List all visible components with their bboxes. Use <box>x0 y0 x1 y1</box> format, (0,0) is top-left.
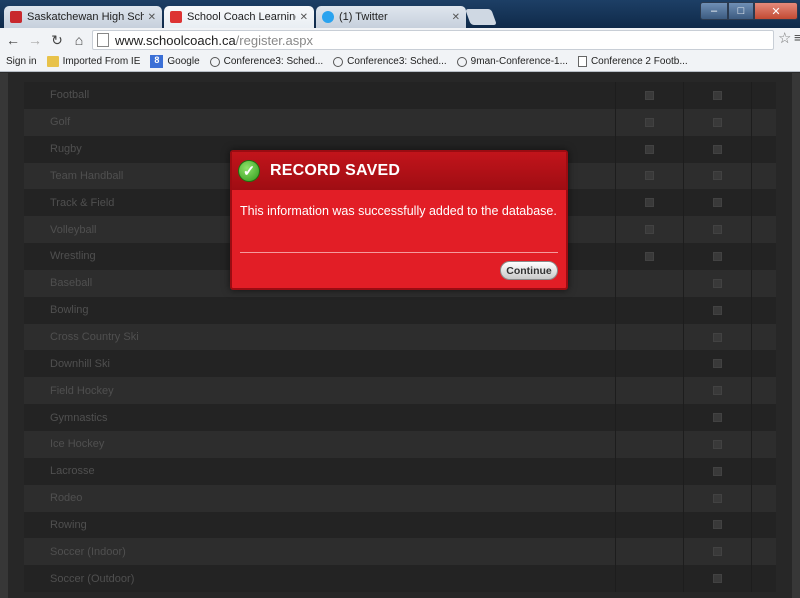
tab-close-icon[interactable]: ✕ <box>300 12 308 23</box>
dialog-header: ✓ RECORD SAVED <box>232 152 566 190</box>
bookmark-conference3-a[interactable]: Conference3: Sched... <box>209 56 323 67</box>
tab-title: Saskatchewan High Schoo <box>27 11 144 23</box>
close-window-button[interactable]: ✕ <box>754 2 798 20</box>
school-favicon-icon <box>10 11 22 23</box>
globe-icon <box>209 56 220 67</box>
checkmark-icon: ✓ <box>238 160 260 182</box>
continue-button[interactable]: Continue <box>500 261 558 280</box>
bookmarks-bar: Sign in Imported From IE 8 Google Confere… <box>0 52 800 72</box>
page-icon <box>97 33 109 47</box>
browser-toolbar: ← → ↻ ⌂ www.schoolcoach.ca/register.aspx <box>0 28 800 52</box>
url-path: /register.aspx <box>235 32 313 48</box>
maximize-button[interactable]: □ <box>728 2 754 20</box>
address-bar[interactable]: www.schoolcoach.ca/register.aspx <box>92 30 774 50</box>
bookmark-sign-in[interactable]: Sign in <box>6 56 37 67</box>
twitter-favicon-icon <box>322 11 334 23</box>
forward-arrow-icon[interactable]: → <box>26 32 44 48</box>
new-tab-button[interactable] <box>465 9 497 25</box>
url-host: www.schoolcoach.ca <box>115 32 236 48</box>
back-arrow-icon[interactable]: ← <box>4 32 22 48</box>
bookmark-conference2-football[interactable]: Conference 2 Footb... <box>577 56 688 67</box>
dialog-divider <box>240 252 558 253</box>
tab-twitter[interactable]: (1) Twitter ✕ <box>316 6 466 28</box>
tab-close-icon[interactable]: ✕ <box>148 12 156 23</box>
record-saved-dialog: ✓ RECORD SAVED This information was succ… <box>230 150 568 290</box>
tab-school-coach[interactable]: School Coach Learning C ✕ <box>164 6 314 28</box>
home-icon[interactable]: ⌂ <box>70 32 88 48</box>
bookmark-imported-from-ie[interactable]: Imported From IE <box>46 56 140 67</box>
globe-icon <box>456 56 467 67</box>
bookmark-google[interactable]: 8 Google <box>150 55 200 68</box>
menu-icon[interactable]: ≡ <box>794 30 800 45</box>
dialog-message: This information was successfully added … <box>240 204 557 218</box>
doc-icon <box>577 56 587 67</box>
browser-tab-strip: Saskatchewan High Schoo ✕ School Coach L… <box>0 0 800 28</box>
dialog-title: RECORD SAVED <box>270 162 401 179</box>
schoolcoach-favicon-icon <box>170 11 182 23</box>
bookmark-9man-conference[interactable]: 9man-Conference-1... <box>456 56 568 67</box>
folder-icon <box>46 56 59 67</box>
bookmark-star-icon[interactable]: ☆ <box>778 29 791 47</box>
tab-saskatchewan[interactable]: Saskatchewan High Schoo ✕ <box>4 6 162 28</box>
reload-icon[interactable]: ↻ <box>48 32 66 49</box>
globe-icon <box>333 56 344 67</box>
minimize-button[interactable]: ‒ <box>700 2 728 20</box>
tab-close-icon[interactable]: ✕ <box>452 12 460 23</box>
google-icon: 8 <box>150 55 164 68</box>
tab-title: School Coach Learning C <box>187 11 296 23</box>
bookmark-conference3-b[interactable]: Conference3: Sched... <box>333 56 447 67</box>
tab-title: (1) Twitter <box>339 11 388 23</box>
